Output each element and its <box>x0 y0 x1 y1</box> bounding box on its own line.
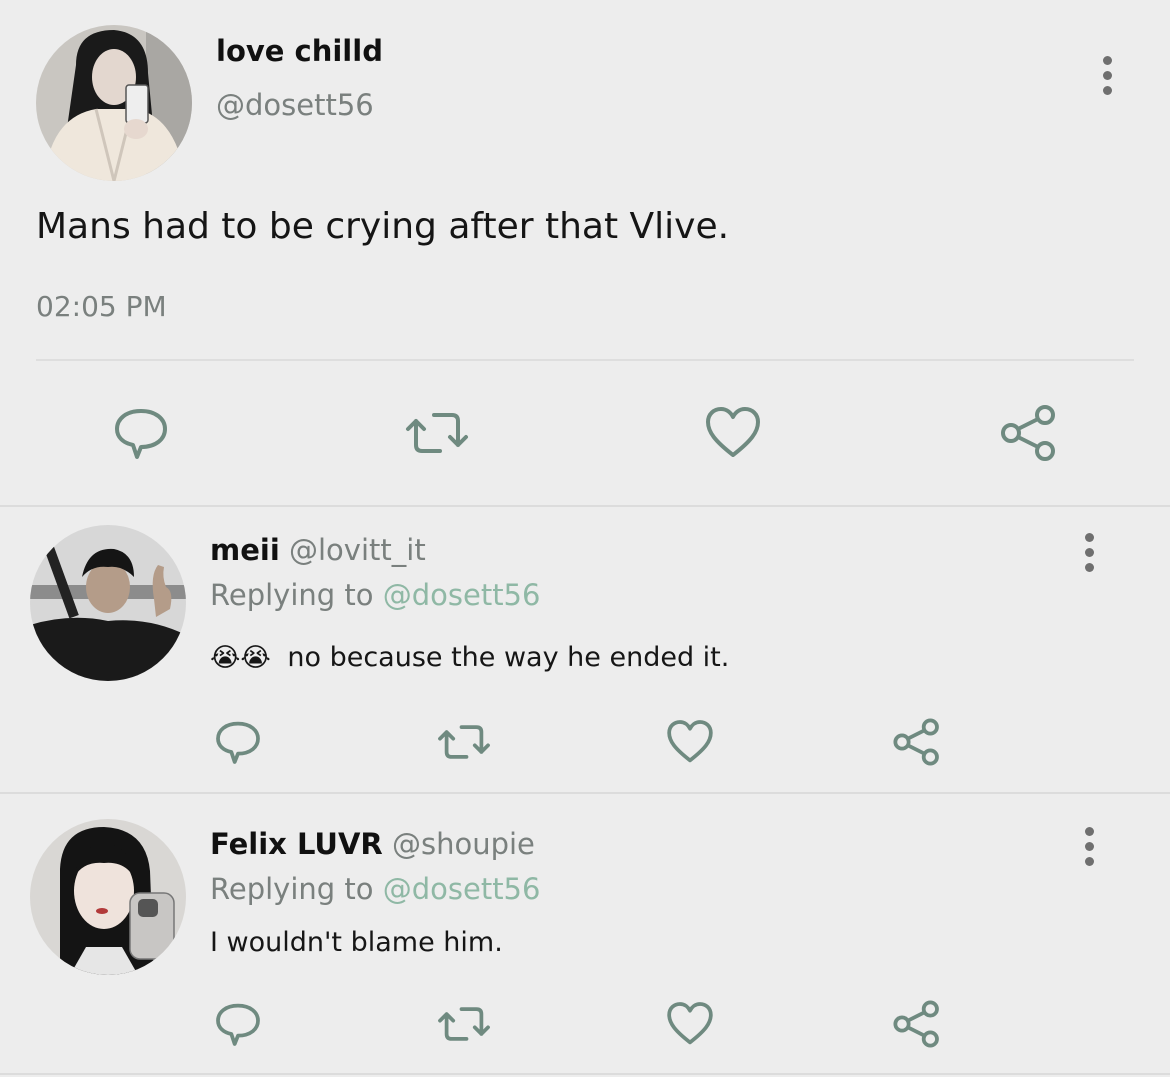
reply-handle[interactable]: @lovitt_it <box>289 533 426 567</box>
reply-header: Felix LUVR @shoupie <box>210 827 535 861</box>
author-handle[interactable]: @dosett56 <box>216 88 374 122</box>
more-vertical-icon[interactable] <box>1087 50 1127 100</box>
avatar-meii[interactable] <box>30 525 186 681</box>
reply-divider <box>0 1073 1170 1075</box>
replying-to-handle[interactable]: @dosett56 <box>383 578 541 612</box>
share-icon[interactable] <box>891 715 943 769</box>
share-icon[interactable] <box>891 997 943 1051</box>
comment-icon[interactable] <box>212 997 264 1051</box>
avatar-felix-luvr[interactable] <box>30 819 186 975</box>
more-vertical-icon[interactable] <box>1069 821 1109 871</box>
reply-header: meii @lovitt_it <box>210 533 426 567</box>
avatar-love-chilld[interactable] <box>36 25 192 181</box>
heart-icon[interactable] <box>664 997 716 1051</box>
tweet-text: Mans had to be crying after that Vlive. <box>36 206 730 247</box>
tweet-time: 02:05 PM <box>36 290 167 323</box>
reply-divider <box>0 792 1170 794</box>
reply-display-name[interactable]: Felix LUVR <box>210 827 383 861</box>
share-icon[interactable] <box>998 402 1060 464</box>
reply-display-name[interactable]: meii <box>210 533 280 567</box>
action-divider <box>36 359 1134 361</box>
crying-emoji: 😭😭 <box>210 643 271 673</box>
retweet-icon[interactable] <box>434 715 494 769</box>
replying-to-label: Replying to <box>210 872 374 906</box>
reply-text: 😭😭 no because the way he ended it. <box>210 642 729 673</box>
reply-body: no because the way he ended it. <box>287 642 730 673</box>
reply-handle[interactable]: @shoupie <box>392 827 535 861</box>
author-display-name[interactable]: love chilld <box>216 34 383 68</box>
replying-to: Replying to @dosett56 <box>210 578 540 612</box>
tweet-divider <box>0 505 1170 507</box>
replying-to: Replying to @dosett56 <box>210 872 540 906</box>
reply-body: I wouldn't blame him. <box>210 927 503 958</box>
more-vertical-icon[interactable] <box>1069 527 1109 577</box>
retweet-icon[interactable] <box>434 997 494 1051</box>
replying-to-handle[interactable]: @dosett56 <box>383 872 541 906</box>
comment-icon[interactable] <box>212 715 264 769</box>
comment-icon[interactable] <box>110 402 172 464</box>
heart-icon[interactable] <box>702 402 764 464</box>
replying-to-label: Replying to <box>210 578 374 612</box>
retweet-icon[interactable] <box>402 402 472 464</box>
heart-icon[interactable] <box>664 715 716 769</box>
